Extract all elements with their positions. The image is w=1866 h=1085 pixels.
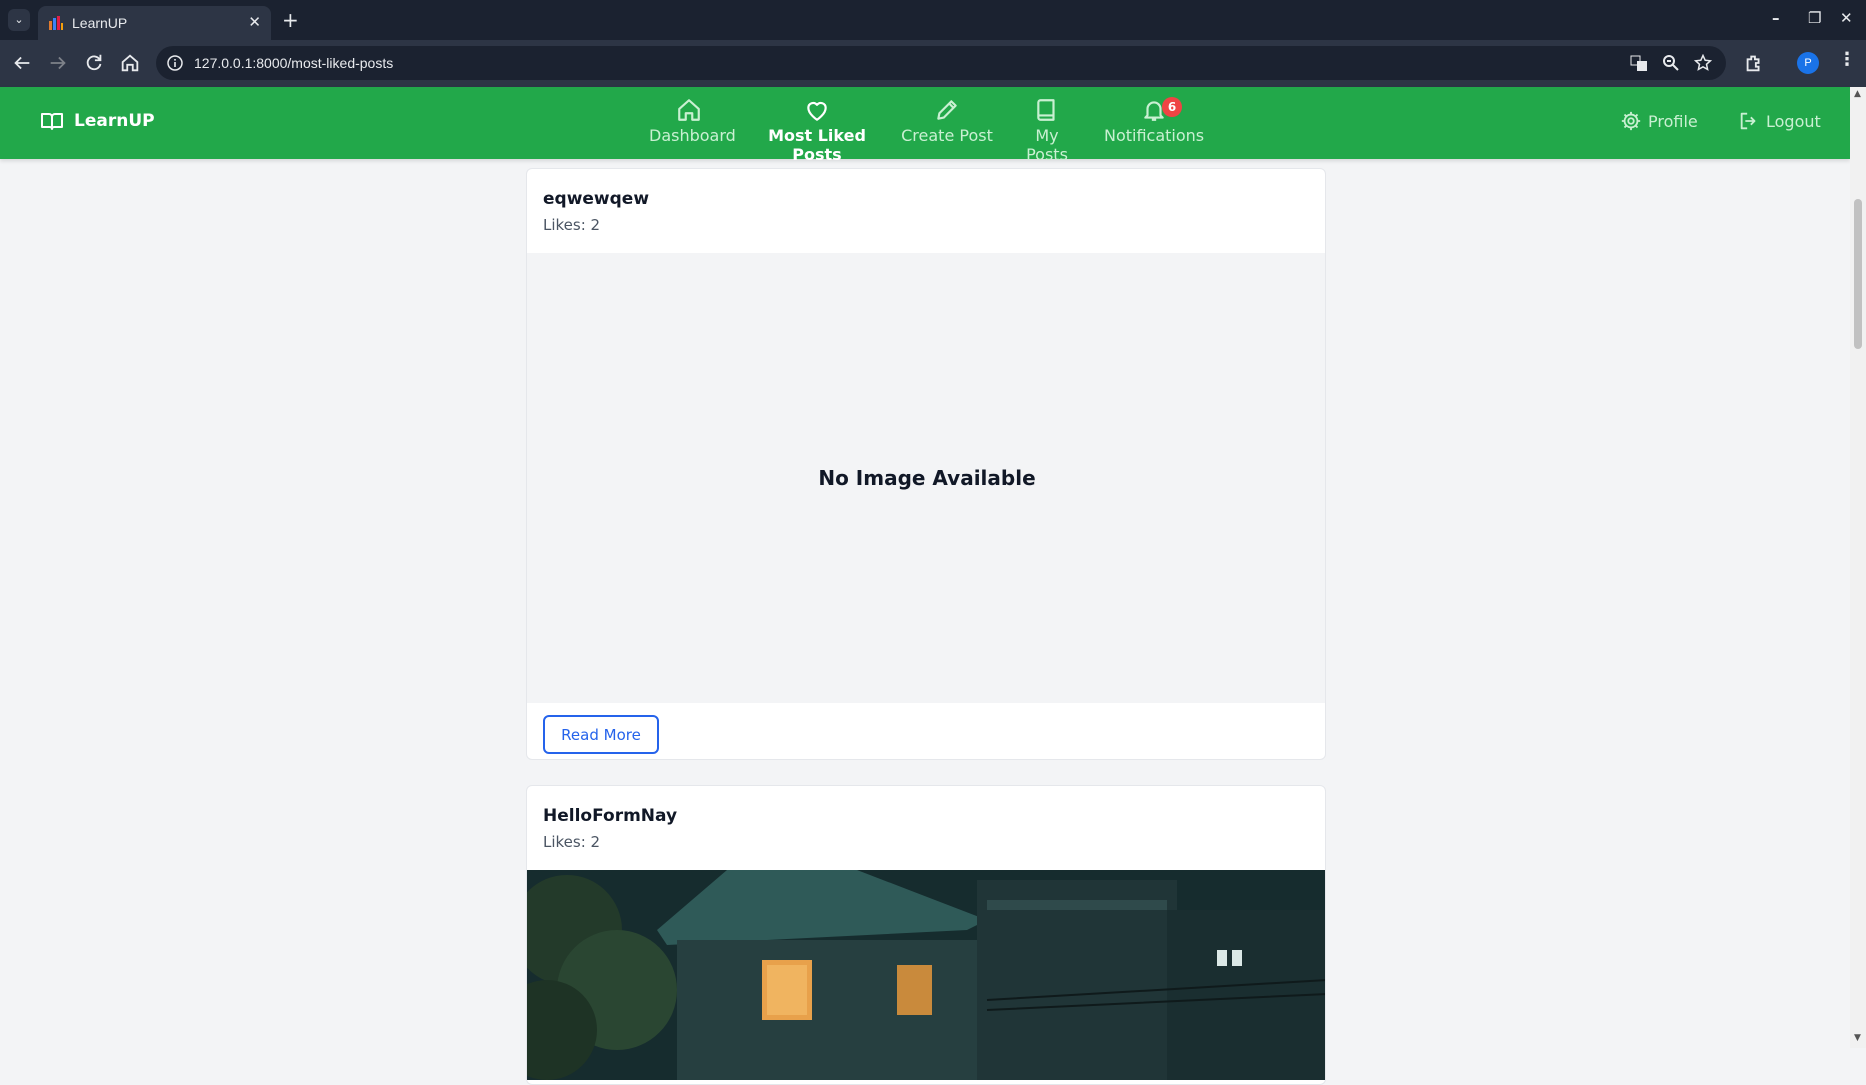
nav-create-post[interactable]: Create Post xyxy=(900,97,994,145)
post-card: eqwewqew Likes: 2 No Image Available Rea… xyxy=(526,168,1326,760)
heart-icon xyxy=(807,101,827,121)
nav-my-posts[interactable]: My Posts xyxy=(1012,97,1082,164)
nav-notifications-label: Notifications xyxy=(1104,126,1205,145)
scroll-thumb[interactable] xyxy=(1854,199,1862,349)
back-icon[interactable] xyxy=(11,52,33,74)
scroll-up-icon[interactable]: ▲ xyxy=(1854,89,1861,99)
nav-dashboard-label: Dashboard xyxy=(649,126,736,145)
url-text[interactable]: 127.0.0.1:8000/most-liked-posts xyxy=(194,55,393,71)
nav-my-posts-label: My Posts xyxy=(1026,126,1068,164)
home-browser-icon[interactable] xyxy=(119,52,141,74)
read-more-button[interactable]: Read More xyxy=(543,715,659,754)
minimize-icon[interactable]: – xyxy=(1772,9,1780,27)
book-icon xyxy=(1037,99,1055,121)
scroll-down-icon[interactable]: ▼ xyxy=(1854,1033,1861,1043)
post-likes: Likes: 2 xyxy=(543,216,601,234)
nav-create-post-label: Create Post xyxy=(901,126,993,145)
browser-tab[interactable]: LearnUP ✕ xyxy=(38,6,271,40)
translate-icon[interactable] xyxy=(1630,54,1648,72)
address-bar[interactable]: 127.0.0.1:8000/most-liked-posts xyxy=(156,46,1726,80)
nav-most-liked-posts[interactable]: Most Liked Posts xyxy=(752,97,882,164)
post-title: eqwewqew xyxy=(543,189,650,209)
post-card: HelloFormNay Likes: 2 xyxy=(526,785,1326,1085)
brand-link[interactable]: LearnUP xyxy=(40,109,155,133)
app-navbar: LearnUP Dashboard Most Liked Posts Creat… xyxy=(0,87,1850,164)
nav-logout-label: Logout xyxy=(1766,111,1821,131)
tab-close-icon[interactable]: ✕ xyxy=(248,13,261,31)
site-info-icon[interactable] xyxy=(166,54,184,72)
extensions-icon[interactable] xyxy=(1743,52,1765,74)
nav-dashboard[interactable]: Dashboard xyxy=(649,97,736,145)
post-likes: Likes: 2 xyxy=(543,833,601,851)
tab-search-button[interactable]: ⌄ xyxy=(8,9,30,31)
home-icon xyxy=(678,99,700,121)
nav-notifications[interactable]: Notifications 6 xyxy=(1104,97,1204,145)
nav-logout[interactable]: Logout xyxy=(1738,110,1821,132)
close-window-icon[interactable]: ✕ xyxy=(1840,9,1853,27)
reload-icon[interactable] xyxy=(83,52,105,74)
page-scrollbar[interactable]: ▲ ▼ xyxy=(1850,87,1866,1048)
post-title: HelloFormNay xyxy=(543,806,678,826)
browser-menu-icon[interactable]: ⋮ xyxy=(1838,49,1860,71)
logout-icon xyxy=(1740,112,1756,130)
profile-avatar[interactable]: P xyxy=(1797,52,1819,74)
nav-profile[interactable]: Profile xyxy=(1620,110,1698,132)
nav-most-liked-posts-label: Most Liked Posts xyxy=(768,126,866,164)
browser-toolbar: 127.0.0.1:8000/most-liked-posts P ⋮ xyxy=(0,40,1866,87)
tab-title: LearnUP xyxy=(72,15,128,31)
nav-profile-label: Profile xyxy=(1648,111,1698,131)
brand-name: LearnUP xyxy=(74,111,155,131)
no-image-placeholder: No Image Available xyxy=(527,253,1325,703)
gear-icon xyxy=(1621,111,1641,131)
favicon-icon xyxy=(49,16,63,30)
new-tab-icon[interactable]: + xyxy=(282,8,299,32)
browser-tab-strip: ⌄ LearnUP ✕ + – ❐ ✕ xyxy=(0,0,1866,40)
pencil-icon xyxy=(937,100,957,120)
open-book-icon xyxy=(41,113,63,130)
bookmark-star-icon[interactable] xyxy=(1694,54,1712,72)
notification-count-badge: 6 xyxy=(1162,97,1182,117)
forward-icon[interactable] xyxy=(47,52,69,74)
post-image xyxy=(527,870,1325,1080)
zoom-icon[interactable] xyxy=(1662,54,1680,72)
restore-icon[interactable]: ❐ xyxy=(1808,9,1821,27)
